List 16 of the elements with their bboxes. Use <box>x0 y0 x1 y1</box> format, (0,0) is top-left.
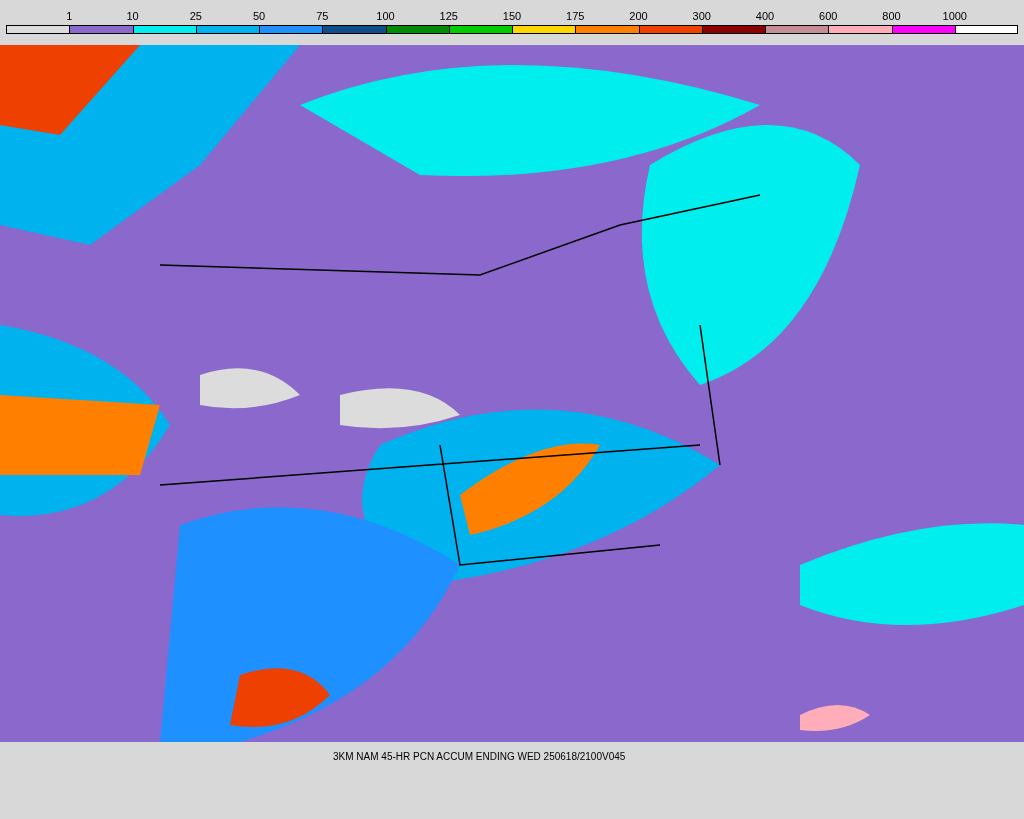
legend-label: 200 <box>629 9 648 23</box>
legend-label: 300 <box>692 9 711 23</box>
legend-label: 800 <box>882 9 901 23</box>
legend-label: 75 <box>316 9 329 23</box>
legend-label: 125 <box>439 9 458 23</box>
legend-label: 10 <box>126 9 139 23</box>
legend-label: 400 <box>755 9 775 23</box>
map-caption: 3KM NAM 45-HR PCN ACCUM ENDING WED 250618/2100V045 <box>332 750 627 762</box>
legend-label: 50 <box>252 9 266 23</box>
legend-label: 1 <box>66 9 73 23</box>
legend-label: 100 <box>376 9 395 23</box>
legend-label: 25 <box>189 9 202 23</box>
legend-label: 600 <box>819 9 838 23</box>
legend-label: 1000 <box>942 9 967 23</box>
legend-label: 150 <box>502 9 522 23</box>
legend-label: 175 <box>566 9 585 23</box>
